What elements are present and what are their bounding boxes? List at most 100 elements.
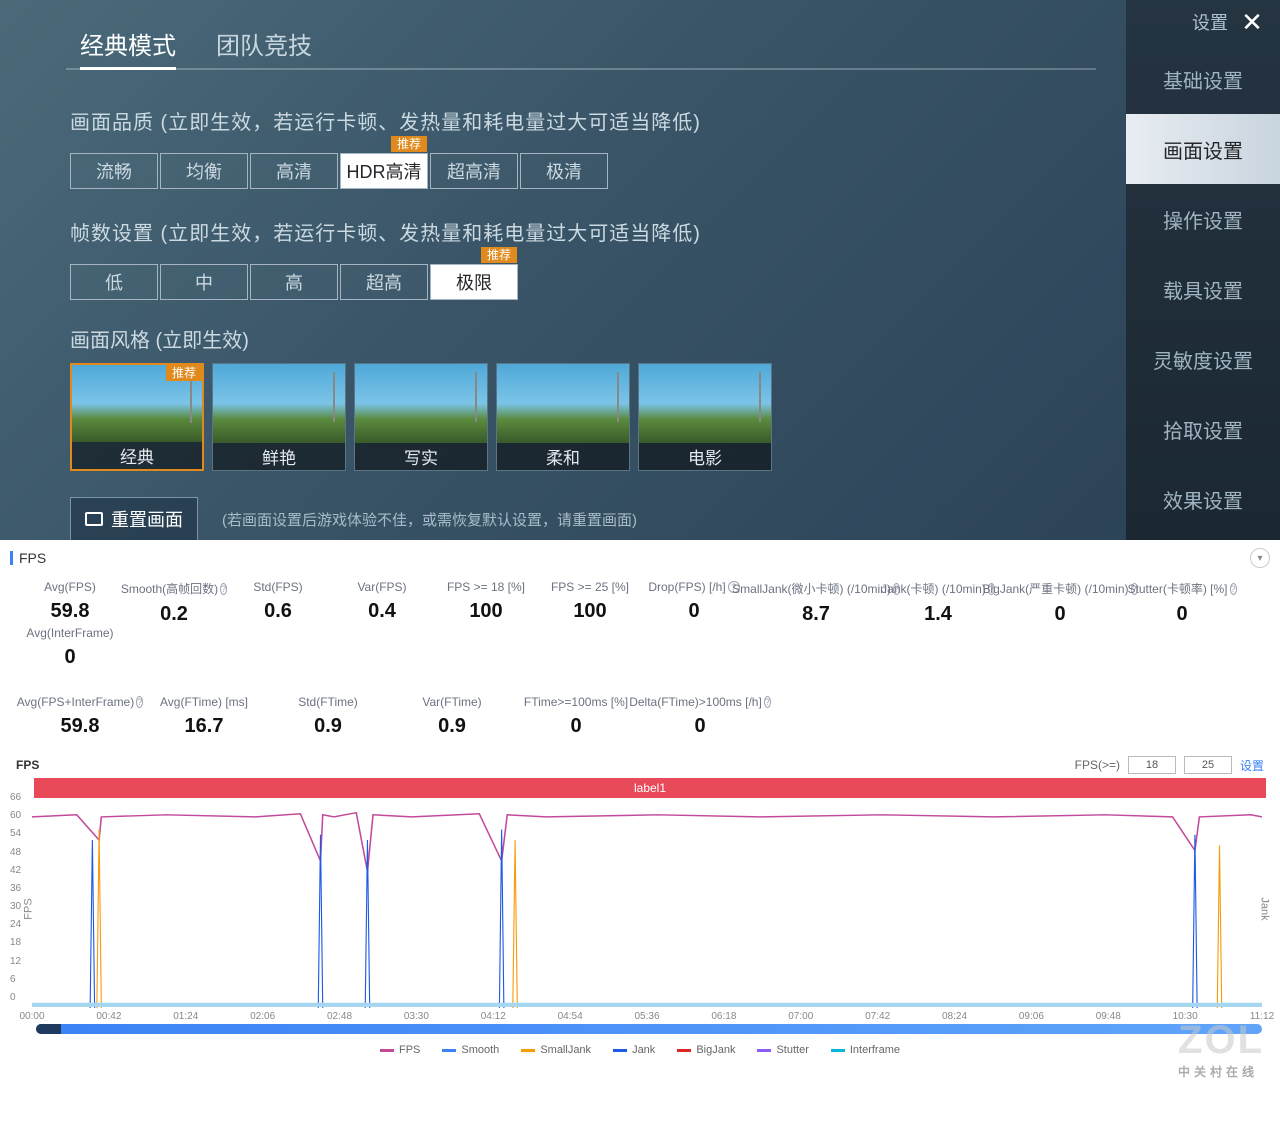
metric-DeltaFTimemsh: Delta(FTime)>100ms [/h]?0 xyxy=(638,695,762,738)
tab-classic[interactable]: 经典模式 xyxy=(80,26,176,70)
y-tick: 12 xyxy=(10,956,21,967)
sidebar-item-3[interactable]: 载具设置 xyxy=(1126,254,1280,324)
style-label: 柔和 xyxy=(497,443,629,470)
metric-FPS: FPS >= 25 [%]100 xyxy=(538,580,642,626)
option-超高[interactable]: 超高 xyxy=(340,264,428,300)
timeline-scrollbar[interactable] xyxy=(36,1024,1262,1034)
x-tick: 08:24 xyxy=(942,1011,967,1022)
metric-VarFPS: Var(FPS)0.4 xyxy=(330,580,434,626)
metric-Jankmin: Jank(卡顿) (/10min)?1.4 xyxy=(886,580,990,626)
option-高[interactable]: 高 xyxy=(250,264,338,300)
x-tick: 02:06 xyxy=(250,1011,275,1022)
y-tick: 24 xyxy=(10,919,21,930)
style-label: 写实 xyxy=(355,443,487,470)
sidebar-item-2[interactable]: 操作设置 xyxy=(1126,184,1280,254)
legend-item-Jank[interactable]: Jank xyxy=(613,1044,655,1056)
thresh-input-2[interactable]: 25 xyxy=(1184,756,1232,774)
chart-banner: label1 xyxy=(34,778,1266,798)
x-tick: 00:42 xyxy=(96,1011,121,1022)
quality-options: 流畅均衡高清HDR高清推荐超高清极清 xyxy=(70,153,1096,189)
option-HDR高清[interactable]: HDR高清推荐 xyxy=(340,153,428,189)
style-card-鲜艳[interactable]: 鲜艳 xyxy=(212,363,346,471)
reset-button[interactable]: 重置画面 xyxy=(70,497,198,541)
settings-main: 经典模式 团队竞技 画面品质 (立即生效，若运行卡顿、发热量和耗电量过大可适当降… xyxy=(0,0,1126,540)
y-tick: 60 xyxy=(10,810,21,821)
metric-Smooth: Smooth(高帧回数)?0.2 xyxy=(122,580,226,626)
y-tick: 66 xyxy=(10,792,21,803)
x-tick: 06:18 xyxy=(711,1011,736,1022)
style-card-写实[interactable]: 写实 xyxy=(354,363,488,471)
option-高清[interactable]: 高清 xyxy=(250,153,338,189)
sidebar-item-5[interactable]: 拾取设置 xyxy=(1126,394,1280,464)
metric-AvgFPS: Avg(FPS)59.8 xyxy=(18,580,122,626)
chart-header: FPS FPS(>=) 18 25 设置 xyxy=(10,756,1270,774)
metric-AvgFPSInterFrame: Avg(FPS+InterFrame)?59.8 xyxy=(18,695,142,738)
x-tick: 01:24 xyxy=(173,1011,198,1022)
legend-item-SmallJank[interactable]: SmallJank xyxy=(521,1044,591,1056)
help-icon[interactable]: ? xyxy=(764,696,771,708)
close-icon[interactable]: ✕ xyxy=(1238,8,1266,36)
fps-section-header: FPS ▾ xyxy=(10,546,1270,576)
option-流畅[interactable]: 流畅 xyxy=(70,153,158,189)
sidebar-item-4[interactable]: 灵敏度设置 xyxy=(1126,324,1280,394)
recommended-tag: 推荐 xyxy=(391,136,427,152)
y-tick: 6 xyxy=(10,974,16,985)
reset-row: 重置画面 (若画面设置后游戏体验不佳，或需恢复默认设置，请重置画面) xyxy=(70,497,1096,541)
chart-title: FPS xyxy=(16,758,39,772)
recommended-tag: 推荐 xyxy=(481,247,517,263)
fps-section-title: FPS xyxy=(19,550,46,566)
option-均衡[interactable]: 均衡 xyxy=(160,153,248,189)
metric-StdFPS: Std(FPS)0.6 xyxy=(226,580,330,626)
option-低[interactable]: 低 xyxy=(70,264,158,300)
sidebar-item-6[interactable]: 效果设置 xyxy=(1126,464,1280,534)
style-card-经典[interactable]: 经典推荐 xyxy=(70,363,204,471)
legend-item-Stutter[interactable]: Stutter xyxy=(757,1044,808,1056)
collapse-icon[interactable]: ▾ xyxy=(1250,548,1270,568)
style-label: 电影 xyxy=(639,443,771,470)
help-icon[interactable]: ? xyxy=(1230,583,1237,595)
x-tick: 03:30 xyxy=(404,1011,429,1022)
metric-AvgInterFrame: Avg(InterFrame)0 xyxy=(18,626,122,669)
style-options: 经典推荐鲜艳写实柔和电影 xyxy=(70,363,1096,471)
legend-item-Interframe[interactable]: Interframe xyxy=(831,1044,900,1056)
style-preview xyxy=(639,364,771,443)
tab-team[interactable]: 团队竞技 xyxy=(216,26,312,64)
fps-analytics-panel: FPS ▾ Avg(FPS)59.8Smooth(高帧回数)?0.2Std(FP… xyxy=(0,540,1280,1132)
y-axis-right-label: Jank xyxy=(1258,897,1270,920)
metric-FTimems: FTime>=100ms [%]0 xyxy=(514,695,638,738)
game-settings-panel: 经典模式 团队竞技 画面品质 (立即生效，若运行卡顿、发热量和耗电量过大可适当降… xyxy=(0,0,1280,540)
sidebar-item-1[interactable]: 画面设置 xyxy=(1126,114,1280,184)
style-card-柔和[interactable]: 柔和 xyxy=(496,363,630,471)
option-极清[interactable]: 极清 xyxy=(520,153,608,189)
metric-Stutter: Stutter(卡顿率) [%]?0 xyxy=(1130,580,1234,626)
fps-options: 低中高超高极限推荐 xyxy=(70,264,1096,300)
x-tick: 02:48 xyxy=(327,1011,352,1022)
x-tick: 07:00 xyxy=(788,1011,813,1022)
metric-BigJankmin: BigJank(严重卡顿) (/10min)?0 xyxy=(990,580,1130,626)
x-tick: 04:54 xyxy=(558,1011,583,1022)
fps-title: 帧数设置 (立即生效，若运行卡顿、发热量和耗电量过大可适当降低) xyxy=(70,217,1096,246)
recommended-tag: 推荐 xyxy=(166,365,202,381)
sidebar-item-0[interactable]: 基础设置 xyxy=(1126,44,1280,114)
reset-hint: (若画面设置后游戏体验不佳，或需恢复默认设置，请重置画面) xyxy=(222,509,637,530)
thresh-input-1[interactable]: 18 xyxy=(1128,756,1176,774)
fps-chart[interactable]: FPS Jank 061218243036424854606600:0000:4… xyxy=(32,798,1262,1008)
metric-AvgFTimems: Avg(FTime) [ms]16.7 xyxy=(142,695,266,738)
legend-item-BigJank[interactable]: BigJank xyxy=(677,1044,735,1056)
y-axis-left-label: FPS xyxy=(23,898,35,919)
legend-item-Smooth[interactable]: Smooth xyxy=(442,1044,499,1056)
x-tick: 05:36 xyxy=(634,1011,659,1022)
chart-legend: FPS Smooth SmallJank Jank BigJank Stutter Inte… xyxy=(10,1044,1270,1056)
y-tick: 42 xyxy=(10,865,21,876)
style-preview xyxy=(497,364,629,443)
option-超高清[interactable]: 超高清 xyxy=(430,153,518,189)
option-极限[interactable]: 极限推荐 xyxy=(430,264,518,300)
sidebar-title: 设置 xyxy=(1192,9,1228,35)
reset-button-label: 重置画面 xyxy=(111,506,183,532)
option-中[interactable]: 中 xyxy=(160,264,248,300)
metrics-row-2: Avg(FPS+InterFrame)?59.8Avg(FTime) [ms]1… xyxy=(10,691,1270,738)
chart-settings-link[interactable]: 设置 xyxy=(1240,757,1264,774)
legend-item-FPS[interactable]: FPS xyxy=(380,1044,420,1056)
style-card-电影[interactable]: 电影 xyxy=(638,363,772,471)
fps-thresh-label: FPS(>=) xyxy=(1075,758,1120,772)
